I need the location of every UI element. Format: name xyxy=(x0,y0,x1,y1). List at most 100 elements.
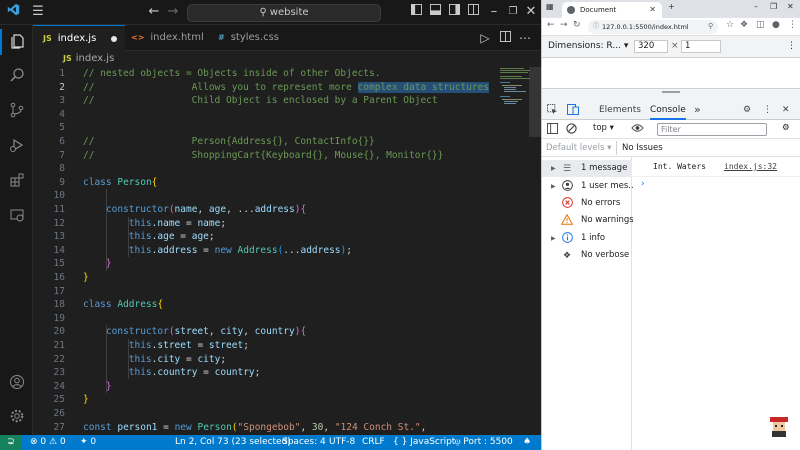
restore-icon[interactable]: ❐ xyxy=(506,3,520,21)
zoom-icon[interactable]: ⚲ xyxy=(708,22,713,30)
back-arrow-icon[interactable]: ← xyxy=(147,3,161,21)
tab-elements[interactable]: Elements xyxy=(599,100,641,120)
reload-icon[interactable]: ↻ xyxy=(573,20,581,30)
restore-icon[interactable]: ❐ xyxy=(770,2,777,11)
extensions-icon[interactable]: ❖ xyxy=(740,20,748,30)
more-options-icon[interactable]: ⋮ xyxy=(763,100,772,120)
remote-indicator-icon[interactable]: ⊋ xyxy=(0,435,22,450)
close-icon[interactable]: ✕ xyxy=(524,3,538,21)
sidebar-item-user-messages[interactable]: ▶ 1 user mes... xyxy=(542,178,636,195)
log-source-link[interactable]: index.js:32 xyxy=(724,157,777,177)
close-tab-icon[interactable]: ✕ xyxy=(649,2,656,18)
tab-index-html[interactable]: <> index.html xyxy=(121,25,213,51)
menu-icon[interactable]: ☰ xyxy=(30,3,46,21)
sidebar-item-errors[interactable]: No errors xyxy=(542,195,632,212)
encoding-setting[interactable]: UTF-8 xyxy=(329,435,355,450)
sidebar-item-warnings[interactable]: No warnings xyxy=(542,212,634,229)
sidebar-icon[interactable]: ◫ xyxy=(756,20,765,30)
language-mode[interactable]: { } JavaScript xyxy=(393,435,455,450)
show-sidebar-icon[interactable] xyxy=(547,123,558,137)
run-debug-icon[interactable] xyxy=(0,133,33,159)
viewport-resize-handle[interactable] xyxy=(542,88,800,100)
browser-tab[interactable]: Document ✕ xyxy=(562,2,662,18)
sidebar-item-messages[interactable]: ▶ ☰ 1 message xyxy=(542,160,632,177)
more-actions-icon[interactable]: ⋯ xyxy=(518,25,532,51)
tab-console[interactable]: Console xyxy=(650,100,686,120)
console-settings-gear-icon[interactable]: ⚙ xyxy=(782,123,790,133)
expand-arrow-icon[interactable]: ▶ xyxy=(551,178,556,195)
more-tabs-icon[interactable]: » xyxy=(694,100,701,120)
code-line: // Child Object is enclosed by a Parent … xyxy=(83,95,438,107)
settings-gear-icon[interactable] xyxy=(0,404,33,430)
console-prompt-icon[interactable]: › xyxy=(641,179,645,189)
explorer-icon[interactable] xyxy=(0,29,33,55)
new-tab-icon[interactable]: + xyxy=(668,2,675,11)
search-icon[interactable] xyxy=(0,63,33,89)
unsaved-dot-icon[interactable] xyxy=(111,36,117,42)
close-devtools-icon[interactable]: ✕ xyxy=(782,100,790,120)
ports-indicator[interactable]: ✦ 0 xyxy=(80,435,96,450)
live-server-port[interactable]: ⍹ Port : 5500 xyxy=(455,435,513,450)
scrollbar-thumb[interactable] xyxy=(529,67,541,137)
more-options-icon[interactable]: ⋮ xyxy=(787,41,796,51)
line-number: 22 xyxy=(53,353,65,365)
indentation-setting[interactable]: Spaces: 4 xyxy=(282,435,326,450)
notifications-icon[interactable]: ♠ xyxy=(523,435,531,450)
source-control-icon[interactable] xyxy=(0,98,33,124)
profile-icon[interactable]: ● xyxy=(772,20,780,30)
default-levels-dropdown[interactable]: Default levels ▾ xyxy=(546,143,611,153)
tab-overview-icon[interactable]: ▦ xyxy=(546,2,554,11)
editor-scrollbar[interactable] xyxy=(529,67,541,435)
close-icon[interactable]: ✕ xyxy=(787,2,794,11)
remote-explorer-icon[interactable] xyxy=(0,203,33,229)
dimensions-dropdown[interactable]: Dimensions: R... ▾ xyxy=(548,41,628,51)
tab-index-js[interactable]: JS index.js xyxy=(33,25,125,51)
cursor-position[interactable]: Ln 2, Col 73 (23 selected) xyxy=(175,435,291,450)
eol-setting[interactable]: CRLF xyxy=(362,435,385,450)
line-number: 26 xyxy=(53,408,65,419)
customize-layout-icon[interactable] xyxy=(466,3,480,21)
live-expression-eye-icon[interactable] xyxy=(631,123,644,136)
address-bar[interactable]: ⓘ 127.0.0.1:5500/index.html xyxy=(588,20,718,34)
problems-indicator[interactable]: ⊗ 0 ⚠ 0 xyxy=(30,435,66,450)
viewport-height-input[interactable]: 1 xyxy=(681,40,721,53)
sidebar-item-info[interactable]: ▶ 1 info xyxy=(542,230,632,247)
console-filter-input[interactable]: Filter xyxy=(657,123,767,136)
accounts-icon[interactable] xyxy=(0,370,33,396)
code-line: // ShoppingCart{Keyboard{}, Mouse{}, Mon… xyxy=(83,149,444,161)
device-toggle-icon[interactable] xyxy=(567,100,579,120)
toggle-secondary-sidebar-icon[interactable] xyxy=(447,3,461,21)
console-levels-bar: Default levels ▾ No Issues xyxy=(542,139,800,157)
code-editor[interactable]: 1 2 3 4 5 6 7 8 9 10 11 12 13 14 15 16 17 18 19 20 21 22 23 24 2… xyxy=(33,67,541,435)
expand-arrow-icon[interactable]: ▶ xyxy=(551,230,556,247)
expand-arrow-icon[interactable]: ▶ xyxy=(551,160,556,177)
forward-arrow-icon[interactable]: → xyxy=(560,20,568,30)
viewport-width-input[interactable]: 320 xyxy=(634,40,668,53)
issues-counter[interactable]: No Issues xyxy=(622,143,663,153)
line-number: 27 xyxy=(53,421,65,433)
split-editor-icon[interactable] xyxy=(498,25,512,51)
run-icon[interactable]: ▷ xyxy=(478,25,492,51)
extensions-icon[interactable] xyxy=(0,168,33,194)
breadcrumb-file[interactable]: index.js xyxy=(76,53,115,64)
page-viewport[interactable] xyxy=(542,58,800,88)
minimize-icon[interactable]: – xyxy=(487,3,501,21)
toggle-panel-icon[interactable] xyxy=(428,3,442,21)
back-arrow-icon[interactable]: ← xyxy=(547,20,555,30)
context-selector[interactable]: top ▾ xyxy=(593,123,614,133)
clear-console-icon[interactable] xyxy=(566,123,577,137)
forward-arrow-icon[interactable]: → xyxy=(166,3,180,21)
settings-gear-icon[interactable]: ⚙ xyxy=(743,100,751,120)
console-output[interactable]: Int. Waters index.js:32 › xyxy=(633,157,800,450)
command-center-search[interactable]: ⚲ website xyxy=(187,4,381,22)
bookmark-star-icon[interactable]: ☆ xyxy=(726,20,734,30)
breadcrumb[interactable]: JS index.js xyxy=(33,51,541,67)
inspect-element-icon[interactable] xyxy=(547,100,558,120)
minimize-icon[interactable]: – xyxy=(754,2,758,11)
browser-menu-icon[interactable]: ⋮ xyxy=(788,20,797,30)
code-line: // Allows you to represent more complex … xyxy=(83,81,490,93)
site-info-icon[interactable]: ⓘ xyxy=(593,20,599,34)
sidebar-item-verbose[interactable]: ❖ No verbose xyxy=(542,247,632,264)
toggle-sidebar-icon[interactable] xyxy=(409,3,423,21)
tab-styles-css[interactable]: # styles.css xyxy=(208,25,300,51)
